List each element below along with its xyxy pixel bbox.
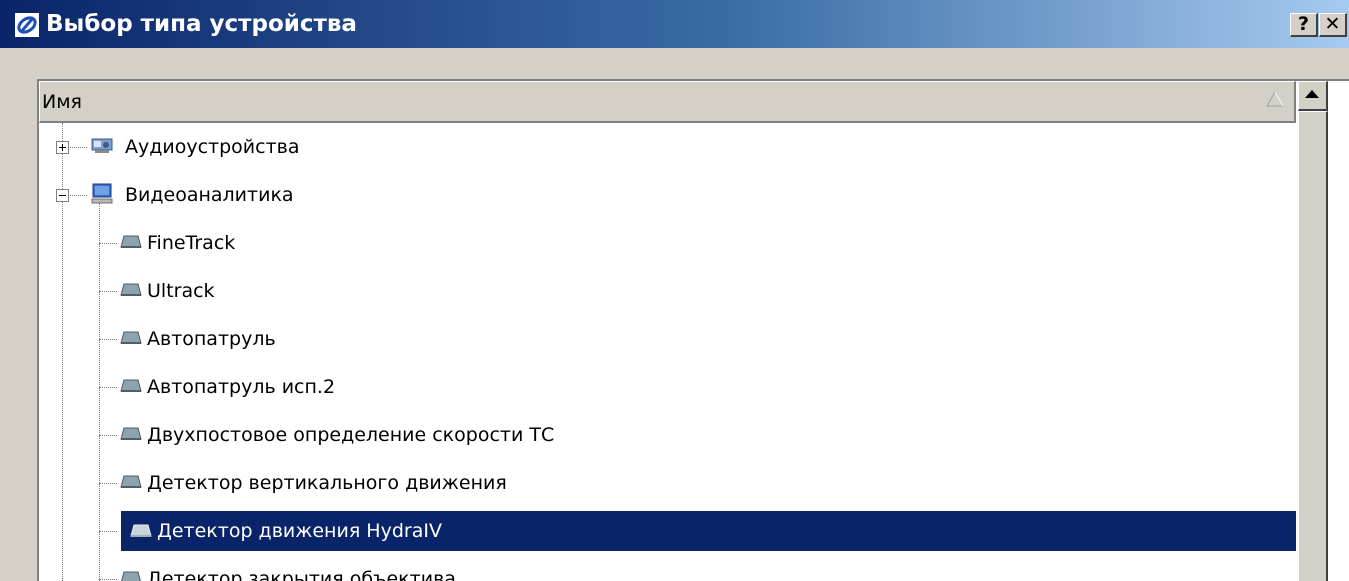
close-button[interactable]: ✕ [1319,13,1347,37]
tree-item-lens-cover-detector[interactable]: Детектор закрытия объектива [39,555,1296,581]
window-title: Выбор типа устройства [46,11,357,37]
computer-icon [91,183,113,204]
app-icon [14,12,40,38]
tree-item-label: Автопатруль исп.2 [147,376,336,398]
module-icon [120,427,142,440]
tree-connector [99,531,117,532]
device-type-list[interactable]: Имя Аудиоустройства Видеоаналитика FineT… [37,79,1349,581]
arrow-up-icon [1305,90,1319,98]
tree-item-vertical-motion-detector[interactable]: Детектор вертикального движения [39,459,1296,507]
module-icon [121,571,141,581]
module-icon [120,283,142,296]
scroll-up-button[interactable] [1298,81,1328,111]
tree-connector [99,243,117,244]
module-icon [120,475,142,488]
tree-connector [99,435,117,436]
tree-item-finetrack[interactable]: FineTrack [39,219,1296,267]
scroll-thumb[interactable] [1298,111,1328,581]
collapse-icon[interactable] [56,189,69,202]
tree-item-label: Аудиоустройства [125,136,300,158]
tree-connector [99,483,117,484]
audio-device-icon [91,138,113,153]
module-icon [130,524,152,537]
sort-ascending-icon [1266,90,1284,111]
tree-item-autopatrol-2[interactable]: Автопатруль исп.2 [39,363,1296,411]
tree-connector [99,579,117,580]
tree-item-autopatrol[interactable]: Автопатруль [39,315,1296,363]
help-button[interactable]: ? [1290,13,1318,37]
column-header-name[interactable]: Имя [39,81,1296,123]
tree-item-label: Детектор движения HydraIV [157,520,442,542]
tree-item-label: Автопатруль [147,328,276,350]
module-icon [120,235,142,248]
tree-item-label: Ultrack [147,280,215,302]
module-icon [120,379,142,392]
tree-connector [99,291,117,292]
tree-item-label: Двухпостовое определение скорости ТС [147,424,555,446]
vertical-scrollbar[interactable] [1298,81,1328,581]
tree-connector [99,339,117,340]
expand-icon[interactable] [56,141,69,154]
tree-item-video-analytics[interactable]: Видеоаналитика [39,171,1296,219]
tree-item-two-post-speed[interactable]: Двухпостовое определение скорости ТС [39,411,1296,459]
title-bar: Выбор типа устройства ? ✕ [0,0,1349,48]
tree-item-audio-devices[interactable]: Аудиоустройства [39,123,1296,171]
tree-item-label: FineTrack [147,232,236,254]
tree-connector [99,387,117,388]
tree-item-ultrack[interactable]: Ultrack [39,267,1296,315]
tree-item-label: Детектор закрытия объектива [147,568,456,581]
device-tree: Аудиоустройства Видеоаналитика FineTrack [39,123,1296,581]
column-header-label: Имя [42,91,82,113]
tree-item-hydraiv-motion-detector[interactable]: Детектор движения HydraIV [39,507,1296,555]
module-icon [120,331,142,344]
tree-item-label: Детектор вертикального движения [147,472,507,494]
tree-item-label: Видеоаналитика [125,184,294,206]
